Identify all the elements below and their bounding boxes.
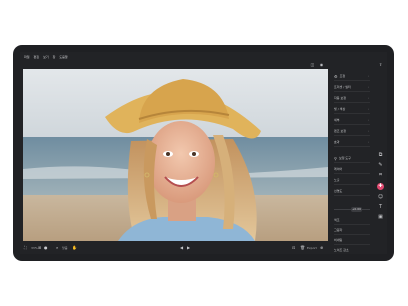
panel-row[interactable]: 색조 [334, 216, 370, 225]
compare-icon[interactable]: ◫ [310, 62, 315, 67]
view-toolbar: ◫ ◉ [20, 62, 327, 68]
menu-bar: 파일 편집 보기 창 도움말 [20, 52, 387, 61]
menu-item[interactable]: 편집 [34, 55, 40, 59]
prev-icon[interactable]: ◀ [180, 245, 183, 250]
panel-row[interactable]: 노출 [334, 176, 370, 185]
chevron-icon: › [367, 96, 369, 100]
panel-row[interactable]: 그림자 [334, 226, 370, 235]
image-icon[interactable]: ▣ [377, 214, 384, 221]
crop-icon[interactable]: ⌗ [377, 172, 384, 179]
editor-screen: 파일 편집 보기 창 도움말 ◫ ◉ ⇪ ⛶ 33% ⊞ ● ⌕ 맞춤 ✋ ◀ … [20, 52, 387, 254]
hand-icon[interactable]: ✋ [72, 245, 77, 250]
tool-icon: ⚲ [334, 155, 337, 161]
brush-icon[interactable]: ✎ [377, 162, 384, 169]
heal-icon[interactable]: ✚ [377, 183, 384, 190]
layers-icon[interactable]: ⧉ [377, 152, 384, 159]
adjust-slider[interactable]: +0.00 [334, 206, 370, 212]
panel-row[interactable]: 레이어 [334, 165, 370, 174]
export-icon[interactable]: ⊕ [320, 245, 323, 250]
fullscreen-icon[interactable]: ⛶ [24, 245, 27, 250]
chevron-icon: › [367, 74, 369, 78]
panel-row-adjust[interactable]: ⚙ 조정 › [334, 72, 370, 81]
chevron-icon: › [367, 85, 369, 89]
save-icon[interactable]: ⊡ [292, 245, 295, 250]
fit-label[interactable]: 맞춤 [62, 246, 68, 250]
panel-row[interactable]: 렌즈 보정 › [334, 127, 370, 136]
slider-value[interactable]: +0.00 [351, 207, 362, 212]
panel-row-tool[interactable]: ⚲ 보정 도구 [334, 154, 370, 163]
trash-icon[interactable]: 🗑 [300, 245, 305, 250]
export-label[interactable]: Export [307, 246, 317, 250]
menu-item[interactable]: 창 [53, 55, 56, 59]
tablet-device: 파일 편집 보기 창 도움말 ◫ ◉ ⇪ ⛶ 33% ⊞ ● ⌕ 맞춤 ✋ ◀ … [13, 45, 394, 261]
zoom-icon[interactable]: ⌕ [56, 245, 58, 250]
menu-item[interactable]: 파일 [24, 55, 30, 59]
panel-row[interactable]: 빛 / 색상 › [334, 105, 370, 114]
zoom-level[interactable]: 33% [31, 246, 38, 250]
panel-row[interactable]: 노이즈 감소 [334, 246, 370, 254]
panel-row[interactable]: 선명도 [334, 187, 370, 196]
adjust-icon: ⚙ [334, 73, 338, 79]
eye-icon[interactable]: ◉ [319, 62, 324, 67]
panel-row[interactable]: 효과 › [334, 138, 370, 147]
tool-rail: ⧉ ✎ ⌗ ✚ ☺ T ▣ [375, 152, 387, 227]
text-icon[interactable]: T [377, 204, 384, 211]
chevron-icon: › [367, 118, 369, 122]
photo-canvas[interactable] [23, 69, 328, 241]
bottom-toolbar: ⛶ 33% ⊞ ● ⌕ 맞춤 ✋ ◀ ▶ ⊡ 🗑 Export ⊕ [20, 242, 327, 254]
face-icon[interactable]: ☺ [377, 194, 384, 201]
panel-row[interactable]: 세부 › [334, 116, 370, 125]
panel-row[interactable]: 비네팅 [334, 236, 370, 245]
chevron-icon: › [367, 129, 369, 133]
panel-row[interactable]: 프리셋 / 필터 › [334, 83, 370, 92]
grid-icon[interactable]: ⊞ [38, 245, 41, 250]
chevron-icon: › [367, 107, 369, 111]
next-icon[interactable]: ▶ [187, 245, 190, 250]
chevron-icon: › [367, 140, 369, 144]
share-icon[interactable]: ⇪ [378, 62, 383, 67]
adjustments-panel: ⚙ 조정 › 프리셋 / 필터 › 자동 보정 › 빛 / 색상 › 세부 › … [330, 70, 375, 254]
menu-item[interactable]: 보기 [43, 55, 49, 59]
circle-icon[interactable]: ● [44, 245, 48, 250]
menu-item[interactable]: 도움말 [59, 55, 67, 59]
panel-row[interactable]: 자동 보정 › [334, 94, 370, 103]
